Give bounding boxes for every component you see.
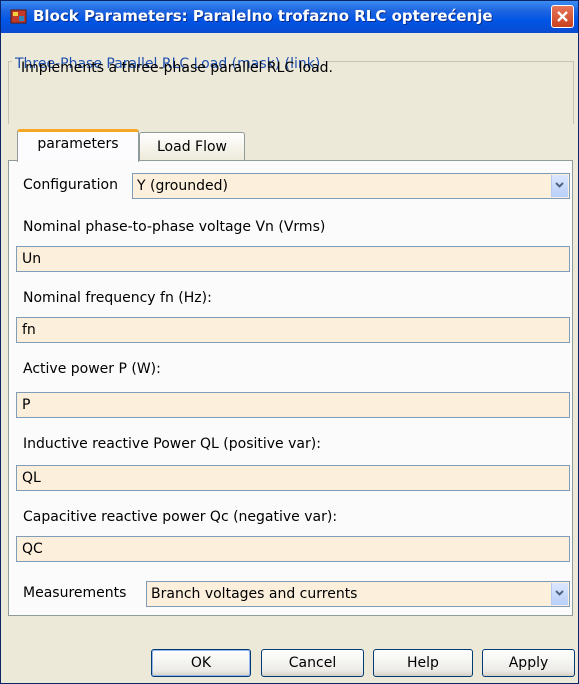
groupbox-left-border [8, 61, 9, 124]
frequency-field[interactable]: fn [16, 317, 570, 343]
tab-load-flow[interactable]: Load Flow [139, 132, 245, 162]
capacitive-power-field[interactable]: QC [16, 536, 570, 562]
active-power-label: Active power P (W): [23, 361, 161, 377]
title-bar[interactable]: Block Parameters: Paralelno trofazno RLC… [1, 1, 578, 33]
inductive-power-label: Inductive reactive Power QL (positive va… [23, 436, 321, 452]
close-button[interactable] [551, 5, 574, 28]
dialog-window: Block Parameters: Paralelno trofazno RLC… [0, 0, 579, 684]
ok-button[interactable]: OK [151, 649, 251, 677]
chevron-down-icon[interactable] [551, 175, 568, 197]
close-icon [557, 11, 568, 22]
frequency-label: Nominal frequency fn (Hz): [23, 290, 212, 306]
configuration-select[interactable]: Y (grounded) [132, 173, 570, 199]
measurements-select[interactable]: Branch voltages and currents [146, 581, 570, 607]
voltage-field[interactable]: Un [16, 246, 570, 272]
measurements-value: Branch voltages and currents [151, 586, 358, 602]
capacitive-power-label: Capacitive reactive power Qc (negative v… [23, 509, 338, 525]
tab-parameters[interactable]: parameters [17, 129, 139, 162]
groupbox-right-border [573, 61, 574, 124]
apply-button[interactable]: Apply [482, 649, 575, 677]
block-description: Implements a three-phase parallel RLC lo… [21, 60, 333, 76]
voltage-label: Nominal phase-to-phase voltage Vn (Vrms) [23, 219, 326, 235]
configuration-label: Configuration [23, 177, 118, 193]
inductive-power-field[interactable]: QL [16, 465, 570, 491]
cancel-button[interactable]: Cancel [261, 649, 364, 677]
window-title: Block Parameters: Paralelno trofazno RLC… [33, 7, 493, 25]
configuration-value: Y (grounded) [137, 178, 228, 194]
help-button[interactable]: Help [373, 649, 473, 677]
active-power-field[interactable]: P [16, 392, 570, 418]
simulink-block-icon [10, 8, 27, 25]
measurements-label: Measurements [23, 585, 127, 601]
chevron-down-icon[interactable] [551, 583, 568, 605]
